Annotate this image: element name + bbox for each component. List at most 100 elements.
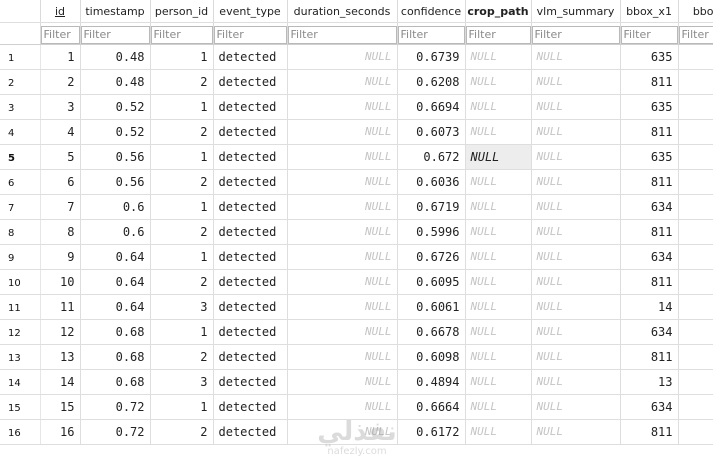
cell-event-type[interactable]: detected	[213, 169, 288, 195]
cell-crop-path[interactable]: NULL	[465, 244, 532, 270]
row-number[interactable]: 7	[0, 194, 41, 220]
column-header-id[interactable]: id	[40, 0, 81, 23]
cell-confidence[interactable]: 0.6694	[397, 94, 466, 120]
cell-id[interactable]: 9	[40, 244, 81, 270]
cell-confidence[interactable]: 0.5996	[397, 219, 466, 245]
cell-timestamp[interactable]: 0.6	[80, 194, 151, 220]
cell-crop-path[interactable]: NULL	[465, 294, 532, 320]
table-row[interactable]: 16160.722detectedNULL0.6172NULLNULL8112	[0, 419, 713, 445]
table-row[interactable]: 110.481detectedNULL0.6739NULLNULL6351	[0, 44, 713, 70]
cell-vlm-summary[interactable]: NULL	[531, 344, 621, 370]
cell-id[interactable]: 2	[40, 69, 81, 95]
table-row[interactable]: 550.561detectedNULL0.672NULLNULL6351	[0, 144, 713, 170]
cell-event-type[interactable]: detected	[213, 369, 288, 395]
cell-bbox-y1[interactable]: 1	[678, 244, 713, 270]
cell-bbox-y1[interactable]: 2	[678, 119, 713, 145]
cell-bbox-x1[interactable]: 811	[620, 119, 679, 145]
row-number[interactable]: 2	[0, 69, 41, 95]
cell-crop-path[interactable]: NULL	[465, 144, 532, 170]
cell-confidence[interactable]: 0.6095	[397, 269, 466, 295]
cell-duration-seconds[interactable]: NULL	[287, 419, 398, 445]
cell-person-id[interactable]: 2	[150, 344, 214, 370]
column-header-crop-path[interactable]: crop_path	[465, 0, 532, 23]
cell-timestamp[interactable]: 0.68	[80, 344, 151, 370]
cell-duration-seconds[interactable]: NULL	[287, 269, 398, 295]
cell-bbox-y1[interactable]: 1	[678, 194, 713, 220]
row-number[interactable]: 5	[0, 144, 41, 170]
table-row[interactable]: 13130.682detectedNULL0.6098NULLNULL8112	[0, 344, 713, 370]
cell-event-type[interactable]: detected	[213, 119, 288, 145]
cell-bbox-y1[interactable]: 3	[678, 294, 713, 320]
cell-event-type[interactable]: detected	[213, 194, 288, 220]
cell-confidence[interactable]: 0.6208	[397, 69, 466, 95]
cell-bbox-x1[interactable]: 14	[620, 294, 679, 320]
cell-timestamp[interactable]: 0.64	[80, 244, 151, 270]
cell-bbox-y1[interactable]: 3	[678, 369, 713, 395]
cell-person-id[interactable]: 1	[150, 319, 214, 345]
cell-vlm-summary[interactable]: NULL	[531, 219, 621, 245]
row-number[interactable]: 15	[0, 394, 41, 420]
cell-crop-path[interactable]: NULL	[465, 44, 532, 70]
filter-input-duration-seconds[interactable]	[287, 25, 396, 44]
cell-event-type[interactable]: detected	[213, 219, 288, 245]
cell-crop-path[interactable]: NULL	[465, 194, 532, 220]
cell-timestamp[interactable]: 0.48	[80, 44, 151, 70]
row-number[interactable]: 4	[0, 119, 41, 145]
cell-crop-path[interactable]: NULL	[465, 94, 532, 120]
cell-duration-seconds[interactable]: NULL	[287, 394, 398, 420]
cell-bbox-x1[interactable]: 634	[620, 194, 679, 220]
table-row[interactable]: 14140.683detectedNULL0.4894NULLNULL133	[0, 369, 713, 395]
cell-confidence[interactable]: 0.6739	[397, 44, 466, 70]
cell-event-type[interactable]: detected	[213, 344, 288, 370]
cell-event-type[interactable]: detected	[213, 244, 288, 270]
row-number[interactable]: 14	[0, 369, 41, 395]
column-header-event-type[interactable]: event_type	[213, 0, 288, 23]
cell-timestamp[interactable]: 0.64	[80, 294, 151, 320]
cell-crop-path[interactable]: NULL	[465, 119, 532, 145]
cell-timestamp[interactable]: 0.6	[80, 219, 151, 245]
cell-person-id[interactable]: 2	[150, 169, 214, 195]
cell-crop-path[interactable]: NULL	[465, 394, 532, 420]
cell-bbox-x1[interactable]: 811	[620, 219, 679, 245]
cell-vlm-summary[interactable]: NULL	[531, 69, 621, 95]
cell-vlm-summary[interactable]: NULL	[531, 319, 621, 345]
column-header-bbox-y1[interactable]: bbox_	[678, 0, 713, 23]
cell-id[interactable]: 13	[40, 344, 81, 370]
cell-crop-path[interactable]: NULL	[465, 419, 532, 445]
cell-bbox-x1[interactable]: 811	[620, 69, 679, 95]
table-row[interactable]: 11110.643detectedNULL0.6061NULLNULL143	[0, 294, 713, 320]
cell-duration-seconds[interactable]: NULL	[287, 144, 398, 170]
cell-id[interactable]: 12	[40, 319, 81, 345]
filter-input-id[interactable]	[40, 25, 79, 44]
cell-bbox-y1[interactable]: 1	[678, 94, 713, 120]
cell-bbox-x1[interactable]: 635	[620, 94, 679, 120]
cell-person-id[interactable]: 2	[150, 69, 214, 95]
cell-duration-seconds[interactable]: NULL	[287, 369, 398, 395]
cell-timestamp[interactable]: 0.68	[80, 319, 151, 345]
row-number[interactable]: 3	[0, 94, 41, 120]
cell-duration-seconds[interactable]: NULL	[287, 69, 398, 95]
cell-bbox-y1[interactable]: 2	[678, 219, 713, 245]
cell-duration-seconds[interactable]: NULL	[287, 169, 398, 195]
cell-id[interactable]: 3	[40, 94, 81, 120]
cell-event-type[interactable]: detected	[213, 44, 288, 70]
cell-confidence[interactable]: 0.4894	[397, 369, 466, 395]
cell-bbox-y1[interactable]: 2	[678, 269, 713, 295]
cell-crop-path[interactable]: NULL	[465, 344, 532, 370]
table-row[interactable]: 770.61detectedNULL0.6719NULLNULL6341	[0, 194, 713, 220]
cell-id[interactable]: 1	[40, 44, 81, 70]
cell-id[interactable]: 15	[40, 394, 81, 420]
cell-bbox-x1[interactable]: 634	[620, 394, 679, 420]
cell-crop-path[interactable]: NULL	[465, 69, 532, 95]
cell-vlm-summary[interactable]: NULL	[531, 394, 621, 420]
cell-id[interactable]: 5	[40, 144, 81, 170]
row-number[interactable]: 11	[0, 294, 41, 320]
cell-bbox-x1[interactable]: 811	[620, 344, 679, 370]
cell-timestamp[interactable]: 0.52	[80, 94, 151, 120]
cell-bbox-y1[interactable]: 1	[678, 394, 713, 420]
cell-person-id[interactable]: 3	[150, 369, 214, 395]
cell-person-id[interactable]: 1	[150, 94, 214, 120]
filter-input-vlm-summary[interactable]	[531, 25, 619, 44]
cell-person-id[interactable]: 2	[150, 219, 214, 245]
cell-bbox-x1[interactable]: 634	[620, 319, 679, 345]
